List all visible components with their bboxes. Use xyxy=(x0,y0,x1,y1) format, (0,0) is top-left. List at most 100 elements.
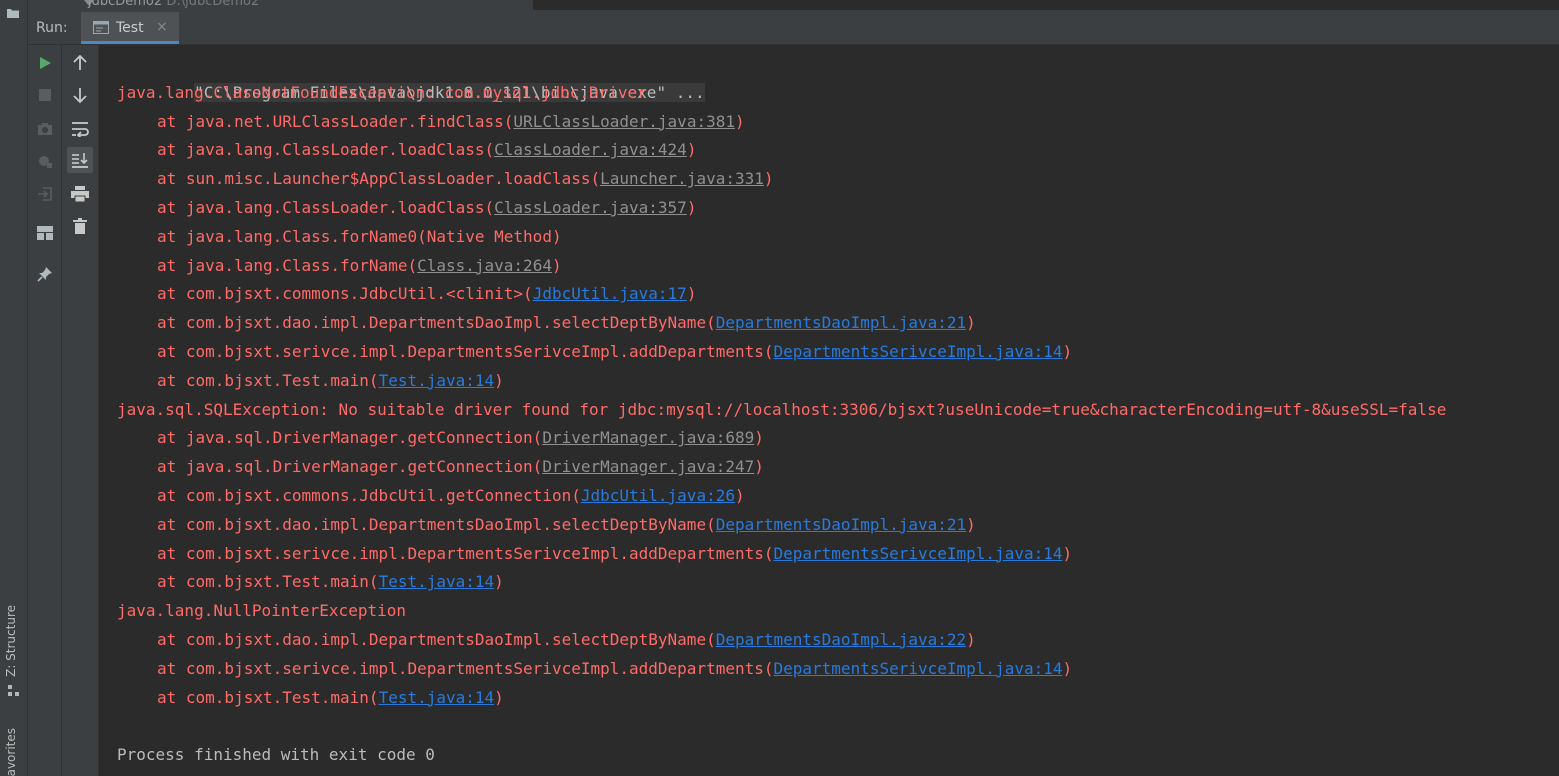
stack-frame-method: at java.lang.ClassLoader.loadClass( xyxy=(157,197,495,217)
exception-header: java.lang.ClassNotFoundException: com.my… xyxy=(117,79,1446,108)
stack-frame-close-paren: ) xyxy=(494,370,504,390)
stack-frame-method: at java.lang.Class.forName( xyxy=(157,255,418,275)
stack-frame-close-paren: ) xyxy=(1062,341,1073,361)
stack-frame-method: at java.lang.Class.forName0(Native Metho… xyxy=(157,226,562,246)
clear-all-button[interactable] xyxy=(67,213,93,239)
exception-header: java.sql.SQLException: No suitable drive… xyxy=(117,396,1446,425)
stack-frame-close-paren: ) xyxy=(494,572,504,592)
folder-icon[interactable] xyxy=(6,6,20,20)
stack-frame: at java.sql.DriverManager.getConnection(… xyxy=(117,424,1446,453)
command-line: "C:\Program Files\Java\jdk1.8.0_121\bin\… xyxy=(117,50,1446,102)
scroll-to-end-button[interactable] xyxy=(67,147,93,173)
stack-frame-method: at com.bjsxt.dao.impl.DepartmentsDaoImpl… xyxy=(157,629,716,649)
source-link[interactable]: DepartmentsDaoImpl.java:21 xyxy=(716,515,966,534)
exception-header-text[interactable]: java.sql.SQLException: No suitable drive… xyxy=(117,400,1446,419)
exception-header: java.lang.NullPointerException xyxy=(117,597,1446,626)
stack-frame-method: at com.bjsxt.commons.JdbcUtil.<clinit>( xyxy=(157,284,533,304)
stack-frame: at java.net.URLClassLoader.findClass(URL… xyxy=(117,108,1446,137)
prev-occurrence-button[interactable] xyxy=(67,50,93,76)
source-link[interactable]: DepartmentsSerivceImpl.java:14 xyxy=(774,544,1063,563)
next-occurrence-button[interactable] xyxy=(67,82,93,108)
source-link[interactable]: DriverManager.java:247 xyxy=(542,457,754,476)
source-link[interactable]: DepartmentsSerivceImpl.java:14 xyxy=(774,659,1063,678)
layout-icon xyxy=(37,226,53,240)
stack-frame-close-paren: ) xyxy=(734,111,745,131)
project-title: jdbcDemo2 D:\jdbcDemo2 xyxy=(88,0,259,9)
stack-frame-close-paren: ) xyxy=(686,140,697,160)
source-link[interactable]: Test.java:14 xyxy=(379,371,495,390)
source-link[interactable]: ClassLoader.java:424 xyxy=(494,140,687,159)
structure-icon[interactable] xyxy=(7,684,20,697)
stack-frame: at com.bjsxt.Test.main(Test.java:14) xyxy=(117,367,1446,396)
source-link[interactable]: DepartmentsDaoImpl.java:22 xyxy=(716,630,966,649)
source-link[interactable]: Launcher.java:331 xyxy=(600,169,764,188)
stop-button[interactable] xyxy=(32,82,58,108)
stack-frame-close-paren: ) xyxy=(686,284,697,304)
stack-frame: at com.bjsxt.serivce.impl.DepartmentsSer… xyxy=(117,540,1446,569)
favorites-tool-label[interactable]: avorites xyxy=(4,728,18,776)
stack-frame: at com.bjsxt.serivce.impl.DepartmentsSer… xyxy=(117,338,1446,367)
source-link[interactable]: URLClassLoader.java:381 xyxy=(513,112,735,131)
stack-frame-method: at java.sql.DriverManager.getConnection( xyxy=(157,428,543,448)
print-icon xyxy=(71,186,89,202)
source-link[interactable]: DepartmentsSerivceImpl.java:14 xyxy=(774,342,1063,361)
stack-frame: at com.bjsxt.Test.main(Test.java:14) xyxy=(117,568,1446,597)
ide-window: Z: Structure avorites jdbcDemo2 D:\jdbcD… xyxy=(0,0,1559,776)
source-link[interactable]: JdbcUtil.java:17 xyxy=(533,284,687,303)
editor-tab-strip xyxy=(533,0,1559,10)
source-link[interactable]: Class.java:264 xyxy=(417,256,552,275)
rerun-button[interactable] xyxy=(32,50,58,76)
project-path: D:\jdbcDemo2 xyxy=(166,0,260,9)
stack-frame-method: at com.bjsxt.commons.JdbcUtil.getConnect… xyxy=(157,485,581,505)
pin-tab-button[interactable] xyxy=(32,261,58,287)
stack-frame-close-paren: ) xyxy=(686,197,697,217)
source-link[interactable]: Test.java:14 xyxy=(379,688,495,707)
stack-frame: at com.bjsxt.commons.JdbcUtil.getConnect… xyxy=(117,482,1446,511)
source-link[interactable]: JdbcUtil.java:26 xyxy=(581,486,735,505)
source-link[interactable]: DriverManager.java:689 xyxy=(542,428,754,447)
stack-frame: at com.bjsxt.Test.main(Test.java:14) xyxy=(117,684,1446,713)
stack-frame-method: at com.bjsxt.dao.impl.DepartmentsDaoImpl… xyxy=(157,313,716,333)
stack-frame-method: at java.lang.ClassLoader.loadClass( xyxy=(157,140,495,160)
stack-frame: at com.bjsxt.serivce.impl.DepartmentsSer… xyxy=(117,655,1446,684)
stack-frame-method: at com.bjsxt.Test.main( xyxy=(157,370,379,390)
run-panel-label: Run: xyxy=(36,20,68,36)
stop-icon xyxy=(39,89,51,101)
stack-frame: at java.lang.Class.forName(Class.java:26… xyxy=(117,252,1446,281)
stack-frame: at java.lang.ClassLoader.loadClass(Class… xyxy=(117,194,1446,223)
exception-header-text[interactable]: java.lang.NullPointerException xyxy=(117,601,406,620)
source-link[interactable]: Test.java:14 xyxy=(379,572,495,591)
source-link[interactable]: ClassLoader.java:357 xyxy=(494,198,687,217)
stack-frame: at java.lang.Class.forName0(Native Metho… xyxy=(117,223,1446,252)
project-name: jdbcDemo2 xyxy=(88,0,163,9)
stack-frame: at com.bjsxt.dao.impl.DepartmentsDaoImpl… xyxy=(117,309,1446,338)
stack-frame: at com.bjsxt.commons.JdbcUtil.<clinit>(J… xyxy=(117,280,1446,309)
exception-header-text[interactable]: java.lang.ClassNotFoundException: com.my… xyxy=(117,83,647,102)
close-icon[interactable]: × xyxy=(156,19,168,35)
stack-frame: at com.bjsxt.dao.impl.DepartmentsDaoImpl… xyxy=(117,626,1446,655)
stack-frame-close-paren: ) xyxy=(754,457,764,477)
print-button[interactable] xyxy=(67,181,93,207)
layout-button[interactable] xyxy=(32,220,58,246)
structure-tool-label[interactable]: Z: Structure xyxy=(4,605,18,677)
import-button[interactable] xyxy=(32,181,58,207)
camera-icon xyxy=(38,123,52,135)
console-output[interactable]: "C:\Program Files\Java\jdk1.8.0_121\bin\… xyxy=(99,45,1559,776)
soft-wrap-icon xyxy=(72,122,89,137)
stack-frame-close-paren: ) xyxy=(966,313,976,333)
source-link[interactable]: DepartmentsDaoImpl.java:21 xyxy=(716,313,966,332)
stack-frame-close-paren: ) xyxy=(1062,543,1073,563)
dump-threads-button[interactable] xyxy=(32,116,58,142)
stack-frame-close-paren: ) xyxy=(763,169,774,189)
stack-frame-method: at com.bjsxt.serivce.impl.DepartmentsSer… xyxy=(157,543,774,563)
tab-test[interactable]: Test × xyxy=(81,12,179,44)
pin-icon xyxy=(37,267,52,282)
restore-layout-button[interactable] xyxy=(32,148,58,174)
stack-frame-method: at java.net.URLClassLoader.findClass( xyxy=(157,111,514,131)
stack-frame-close-paren: ) xyxy=(966,629,976,649)
stack-frame-method: at sun.misc.Launcher$AppClassLoader.load… xyxy=(157,169,601,189)
run-toolbar-primary xyxy=(28,45,62,776)
stack-frame-method: at com.bjsxt.Test.main( xyxy=(157,572,379,592)
soft-wrap-button[interactable] xyxy=(67,116,93,142)
